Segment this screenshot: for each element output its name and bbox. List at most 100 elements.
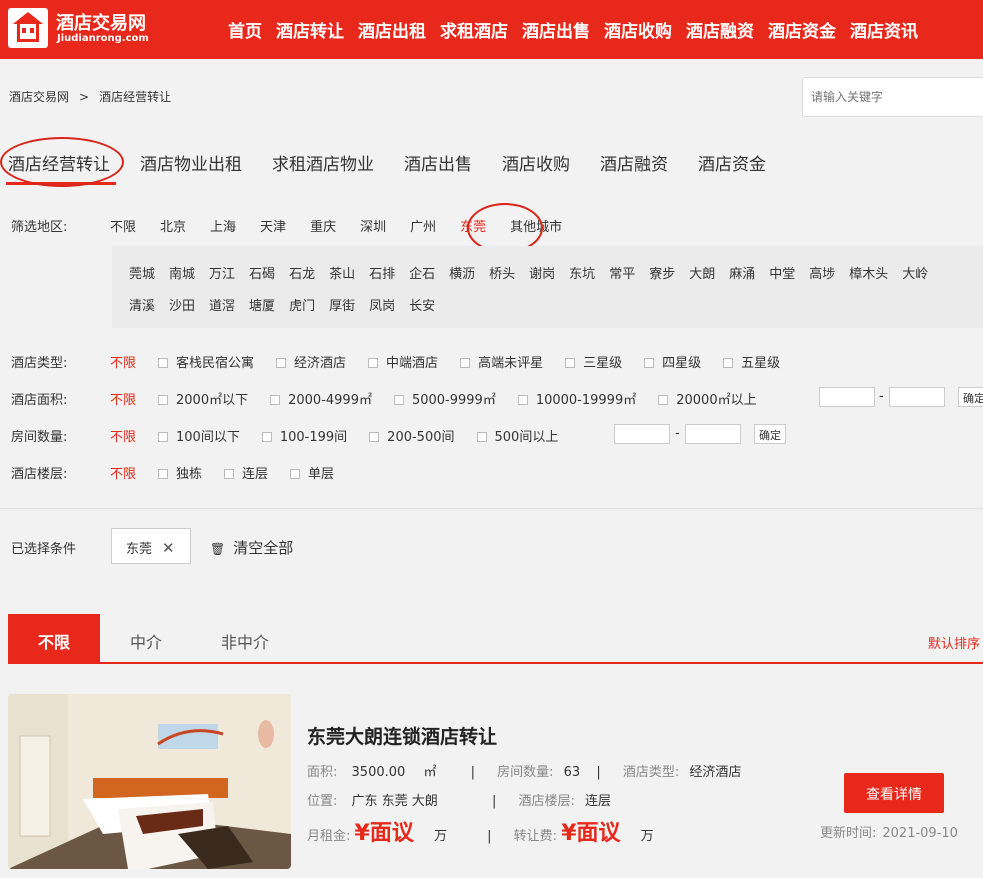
type-option[interactable]: 五星级	[723, 356, 780, 371]
type-option[interactable]: 中端酒店	[368, 356, 438, 371]
district-option[interactable]: 常平	[609, 267, 635, 282]
category-tab-funds[interactable]: 酒店资金	[698, 155, 766, 175]
floor-option[interactable]: 独栋	[158, 467, 202, 482]
category-tab-acquire[interactable]: 酒店收购	[502, 155, 570, 175]
district-option[interactable]: 企石	[409, 267, 435, 282]
district-option[interactable]: 南城	[169, 267, 195, 282]
close-icon[interactable]: ✕	[162, 539, 175, 557]
checkbox[interactable]	[224, 469, 235, 479]
view-details-button[interactable]: 查看详情	[844, 773, 944, 813]
category-tab-property-rent[interactable]: 酒店物业出租	[140, 155, 242, 175]
district-option[interactable]: 石排	[369, 267, 395, 282]
rooms-option[interactable]: 100-199间	[261, 430, 347, 445]
district-option[interactable]: 莞城	[129, 267, 155, 282]
checkbox[interactable]	[658, 395, 669, 405]
checkbox[interactable]	[369, 432, 380, 442]
district-option[interactable]: 谢岗	[529, 267, 555, 282]
nav-item-funds[interactable]: 酒店资金	[768, 22, 836, 42]
checkbox[interactable]	[261, 432, 272, 442]
region-option-tianjin[interactable]: 天津	[260, 220, 286, 235]
district-option[interactable]: 虎门	[289, 299, 315, 314]
district-option[interactable]: 樟木头	[849, 267, 888, 282]
area-max-input[interactable]	[889, 387, 945, 407]
rooms-option[interactable]: 500间以上	[476, 430, 558, 445]
listing-photo[interactable]	[8, 694, 291, 869]
area-option[interactable]: 20000㎡以上	[658, 393, 757, 408]
type-option[interactable]: 客栈民宿公寓	[158, 356, 254, 371]
district-option[interactable]: 沙田	[169, 299, 195, 314]
district-option[interactable]: 道滘	[209, 299, 235, 314]
district-option[interactable]: 长安	[409, 299, 435, 314]
district-option[interactable]: 麻涌	[729, 267, 755, 282]
checkbox[interactable]	[517, 395, 528, 405]
district-option[interactable]: 桥头	[489, 267, 515, 282]
region-option-chongqing[interactable]: 重庆	[310, 220, 336, 235]
floor-option-all[interactable]: 不限	[110, 467, 136, 482]
district-option[interactable]: 石碣	[249, 267, 275, 282]
region-option-all[interactable]: 不限	[110, 220, 136, 235]
clear-all-button[interactable]: 🗑 清空全部	[210, 537, 293, 558]
checkbox[interactable]	[723, 358, 734, 368]
district-option[interactable]: 塘厦	[249, 299, 275, 314]
checkbox[interactable]	[565, 358, 576, 368]
checkbox[interactable]	[368, 358, 379, 368]
district-option[interactable]: 高埗	[809, 267, 835, 282]
checkbox[interactable]	[158, 358, 169, 368]
district-option[interactable]: 石龙	[289, 267, 315, 282]
type-option-all[interactable]: 不限	[110, 356, 136, 371]
nav-item-transfer[interactable]: 酒店转让	[276, 22, 344, 42]
type-option[interactable]: 高端未评星	[460, 356, 543, 371]
nav-item-news[interactable]: 酒店资讯	[850, 22, 918, 42]
floor-option[interactable]: 单层	[290, 467, 334, 482]
area-option[interactable]: 2000-4999㎡	[270, 393, 372, 408]
region-option-beijing[interactable]: 北京	[160, 220, 186, 235]
nav-item-rent[interactable]: 酒店出租	[358, 22, 426, 42]
category-tab-sale[interactable]: 酒店出售	[404, 155, 472, 175]
area-option-all[interactable]: 不限	[110, 393, 136, 408]
selected-chip[interactable]: 东莞 ✕	[111, 528, 191, 564]
area-option[interactable]: 2000㎡以下	[158, 393, 248, 408]
type-option[interactable]: 经济酒店	[276, 356, 346, 371]
type-option[interactable]: 四星级	[644, 356, 701, 371]
tab-agency[interactable]: 中介	[108, 614, 184, 662]
rooms-option[interactable]: 100间以下	[158, 430, 240, 445]
category-tab-financing[interactable]: 酒店融资	[600, 155, 668, 175]
region-option-shenzhen[interactable]: 深圳	[360, 220, 386, 235]
checkbox[interactable]	[158, 395, 169, 405]
district-option[interactable]: 厚街	[329, 299, 355, 314]
rooms-max-input[interactable]	[685, 424, 741, 444]
category-tab-want-rent[interactable]: 求租酒店物业	[272, 155, 374, 175]
region-option-shanghai[interactable]: 上海	[210, 220, 236, 235]
district-option[interactable]: 凤岗	[369, 299, 395, 314]
district-option[interactable]: 万江	[209, 267, 235, 282]
checkbox[interactable]	[476, 432, 487, 442]
checkbox[interactable]	[644, 358, 655, 368]
nav-item-sale[interactable]: 酒店出售	[522, 22, 590, 42]
checkbox[interactable]	[460, 358, 471, 368]
breadcrumb-current[interactable]: 酒店经营转让	[99, 90, 171, 104]
checkbox[interactable]	[393, 395, 404, 405]
checkbox[interactable]	[158, 469, 169, 479]
checkbox[interactable]	[290, 469, 301, 479]
listing-title[interactable]: 东莞大朗连锁酒店转让	[307, 722, 497, 749]
district-option[interactable]: 中堂	[769, 267, 795, 282]
nav-item-want-rent[interactable]: 求租酒店	[440, 22, 508, 42]
nav-item-acquire[interactable]: 酒店收购	[604, 22, 672, 42]
nav-item-financing[interactable]: 酒店融资	[686, 22, 754, 42]
checkbox[interactable]	[270, 395, 281, 405]
area-min-input[interactable]	[819, 387, 875, 407]
district-option[interactable]: 茶山	[329, 267, 355, 282]
tab-all[interactable]: 不限	[8, 614, 100, 662]
district-option[interactable]: 大岭	[902, 267, 928, 282]
district-option[interactable]: 寮步	[649, 267, 675, 282]
rooms-confirm-button[interactable]: 确定	[754, 424, 786, 444]
tab-non-agency[interactable]: 非中介	[206, 614, 284, 662]
rooms-option[interactable]: 200-500间	[369, 430, 455, 445]
district-option[interactable]: 东坑	[569, 267, 595, 282]
rooms-min-input[interactable]	[614, 424, 670, 444]
area-option[interactable]: 10000-19999㎡	[517, 393, 636, 408]
type-option[interactable]: 三星级	[565, 356, 622, 371]
logo-icon[interactable]	[8, 8, 48, 48]
nav-item-home[interactable]: 首页	[228, 22, 262, 42]
breadcrumb-home[interactable]: 酒店交易网	[9, 90, 69, 104]
